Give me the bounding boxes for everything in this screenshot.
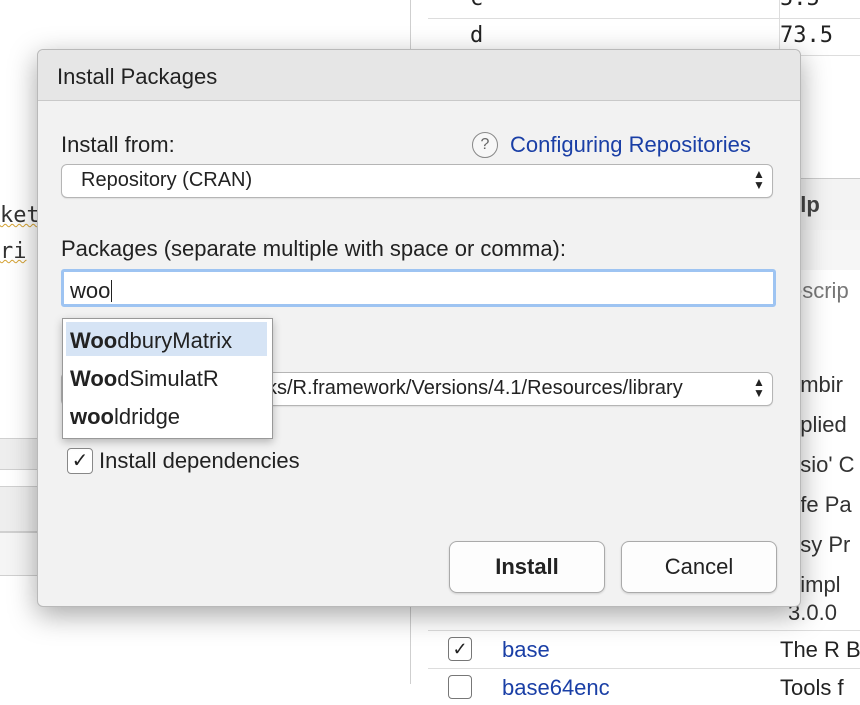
autocomplete-item[interactable]: WoodSimulatR: [66, 360, 267, 394]
packages-label: Packages (separate multiple with space o…: [61, 236, 566, 261]
install-dependencies-label[interactable]: Install dependencies: [99, 448, 300, 474]
editor-text-line: ket: [0, 203, 40, 228]
text-caret: [111, 280, 113, 302]
install-library-selected-value: ks/R.framework/Versions/4.1/Resources/li…: [267, 377, 683, 399]
package-name-link[interactable]: base64enc: [502, 675, 610, 701]
package-checkbox[interactable]: [448, 675, 472, 699]
autocomplete-item[interactable]: wooldridge: [66, 398, 267, 432]
package-checkbox[interactable]: ✓: [448, 637, 472, 661]
package-description: The R B: [780, 637, 860, 662]
install-button[interactable]: Install: [449, 541, 605, 593]
configuring-repositories-link[interactable]: Configuring Repositories: [510, 132, 751, 158]
package-name-link[interactable]: base: [502, 637, 550, 663]
autocomplete-match: woo: [70, 404, 114, 429]
package-row: base64enc Tools f: [428, 668, 860, 705]
autocomplete-rest: dSimulatR: [117, 366, 219, 391]
package-description: Tools f: [780, 675, 844, 700]
autocomplete-popup: WoodburyMatrix WoodSimulatR wooldridge: [62, 318, 273, 439]
packages-input[interactable]: woo: [61, 269, 776, 307]
table-cell: 5.5: [780, 0, 820, 11]
install-packages-dialog: Install Packages Install from: ? Configu…: [37, 49, 801, 607]
select-arrows-icon: ▲ ▼: [753, 167, 765, 192]
table-row: c 5.5: [428, 0, 860, 19]
install-from-select[interactable]: Repository (CRAN) ▲ ▼: [61, 164, 773, 198]
autocomplete-rest: ldridge: [114, 404, 181, 429]
autocomplete-rest: dburyMatrix: [117, 328, 233, 353]
help-icon[interactable]: ?: [472, 132, 498, 158]
install-from-selected-value: Repository (CRAN): [81, 169, 253, 191]
table-cell: 73.5: [780, 23, 833, 48]
package-row: ✓ base The R B: [428, 630, 860, 667]
table-cell: d: [470, 23, 484, 48]
dialog-title: Install Packages: [57, 64, 218, 89]
autocomplete-match: Woo: [70, 366, 118, 391]
cancel-button[interactable]: Cancel: [621, 541, 777, 593]
install-from-label: Install from:: [61, 132, 175, 157]
autocomplete-item[interactable]: WoodburyMatrix: [66, 322, 267, 356]
select-arrows-icon: ▲ ▼: [752, 375, 766, 400]
editor-text-line: ri: [0, 239, 27, 264]
dialog-titlebar[interactable]: Install Packages: [38, 50, 800, 101]
autocomplete-match: Woo: [70, 328, 118, 353]
packages-input-value: woo: [70, 278, 111, 303]
install-dependencies-checkbox[interactable]: ✓: [67, 448, 93, 474]
table-cell: c: [470, 0, 483, 11]
